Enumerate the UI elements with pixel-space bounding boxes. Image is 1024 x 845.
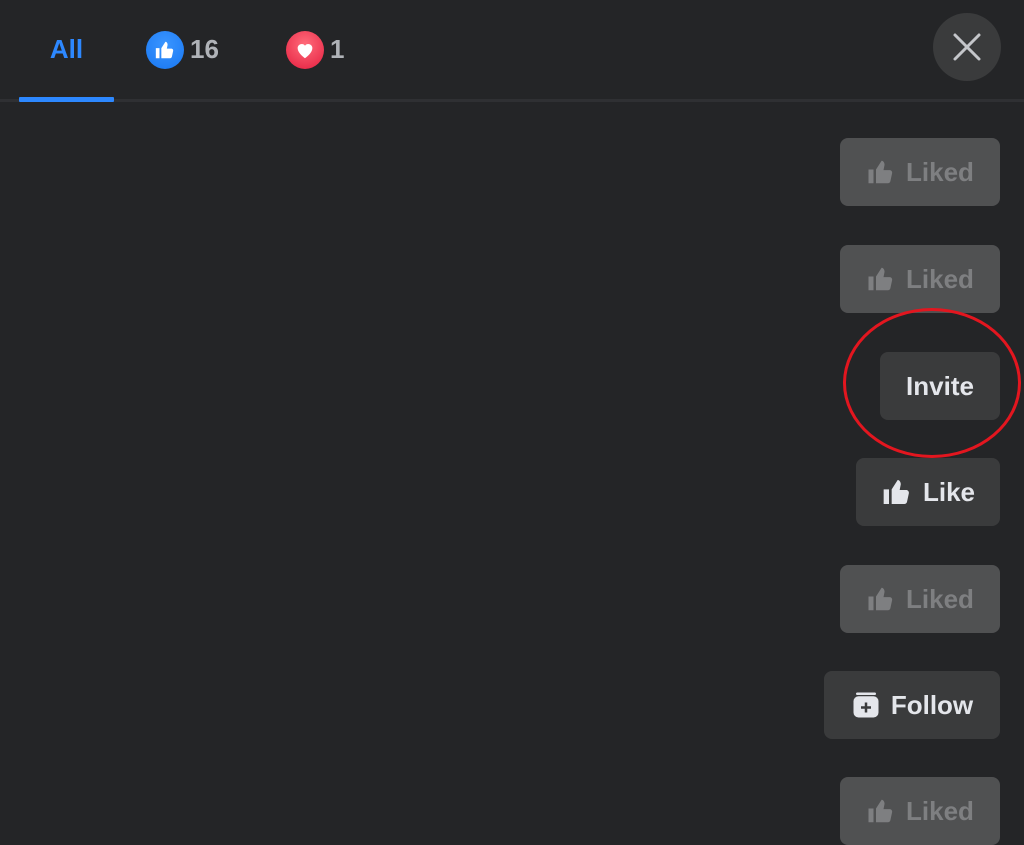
button-label: Liked <box>906 263 974 294</box>
liked-button[interactable]: Liked <box>840 245 1000 313</box>
thumbs-up-icon <box>866 264 896 294</box>
thumbs-up-icon <box>866 584 896 614</box>
button-label: Liked <box>906 156 974 187</box>
thumbs-up-icon <box>866 157 896 187</box>
liked-button[interactable]: Liked <box>840 565 1000 633</box>
thumbs-up-icon <box>866 796 896 826</box>
button-label: Liked <box>906 583 974 614</box>
button-label: Liked <box>906 795 974 826</box>
like-reaction-icon <box>146 30 184 69</box>
close-icon <box>953 33 981 61</box>
reaction-tabs: All 16 1 <box>0 0 1024 102</box>
liked-button[interactable]: Liked <box>840 138 1000 206</box>
follow-button[interactable]: Follow <box>824 671 1000 739</box>
liked-button[interactable]: Liked <box>840 777 1000 845</box>
button-label: Like <box>922 476 976 507</box>
tab-love[interactable]: 1 <box>286 0 344 99</box>
tab-all[interactable]: All <box>19 0 114 102</box>
like-count: 16 <box>190 34 219 64</box>
like-button[interactable]: Like <box>856 458 1000 526</box>
active-tab-indicator <box>19 97 114 102</box>
love-reaction-icon <box>286 30 324 69</box>
tab-like[interactable]: 16 <box>146 0 219 99</box>
invite-button[interactable]: Invite <box>880 352 1000 420</box>
close-button[interactable] <box>933 13 1001 81</box>
button-label: Follow <box>890 689 974 720</box>
love-count: 1 <box>330 34 345 64</box>
follow-icon <box>851 690 881 720</box>
thumbs-up-icon <box>881 476 913 508</box>
tab-all-label: All <box>49 34 84 64</box>
button-label: Invite <box>906 370 974 401</box>
